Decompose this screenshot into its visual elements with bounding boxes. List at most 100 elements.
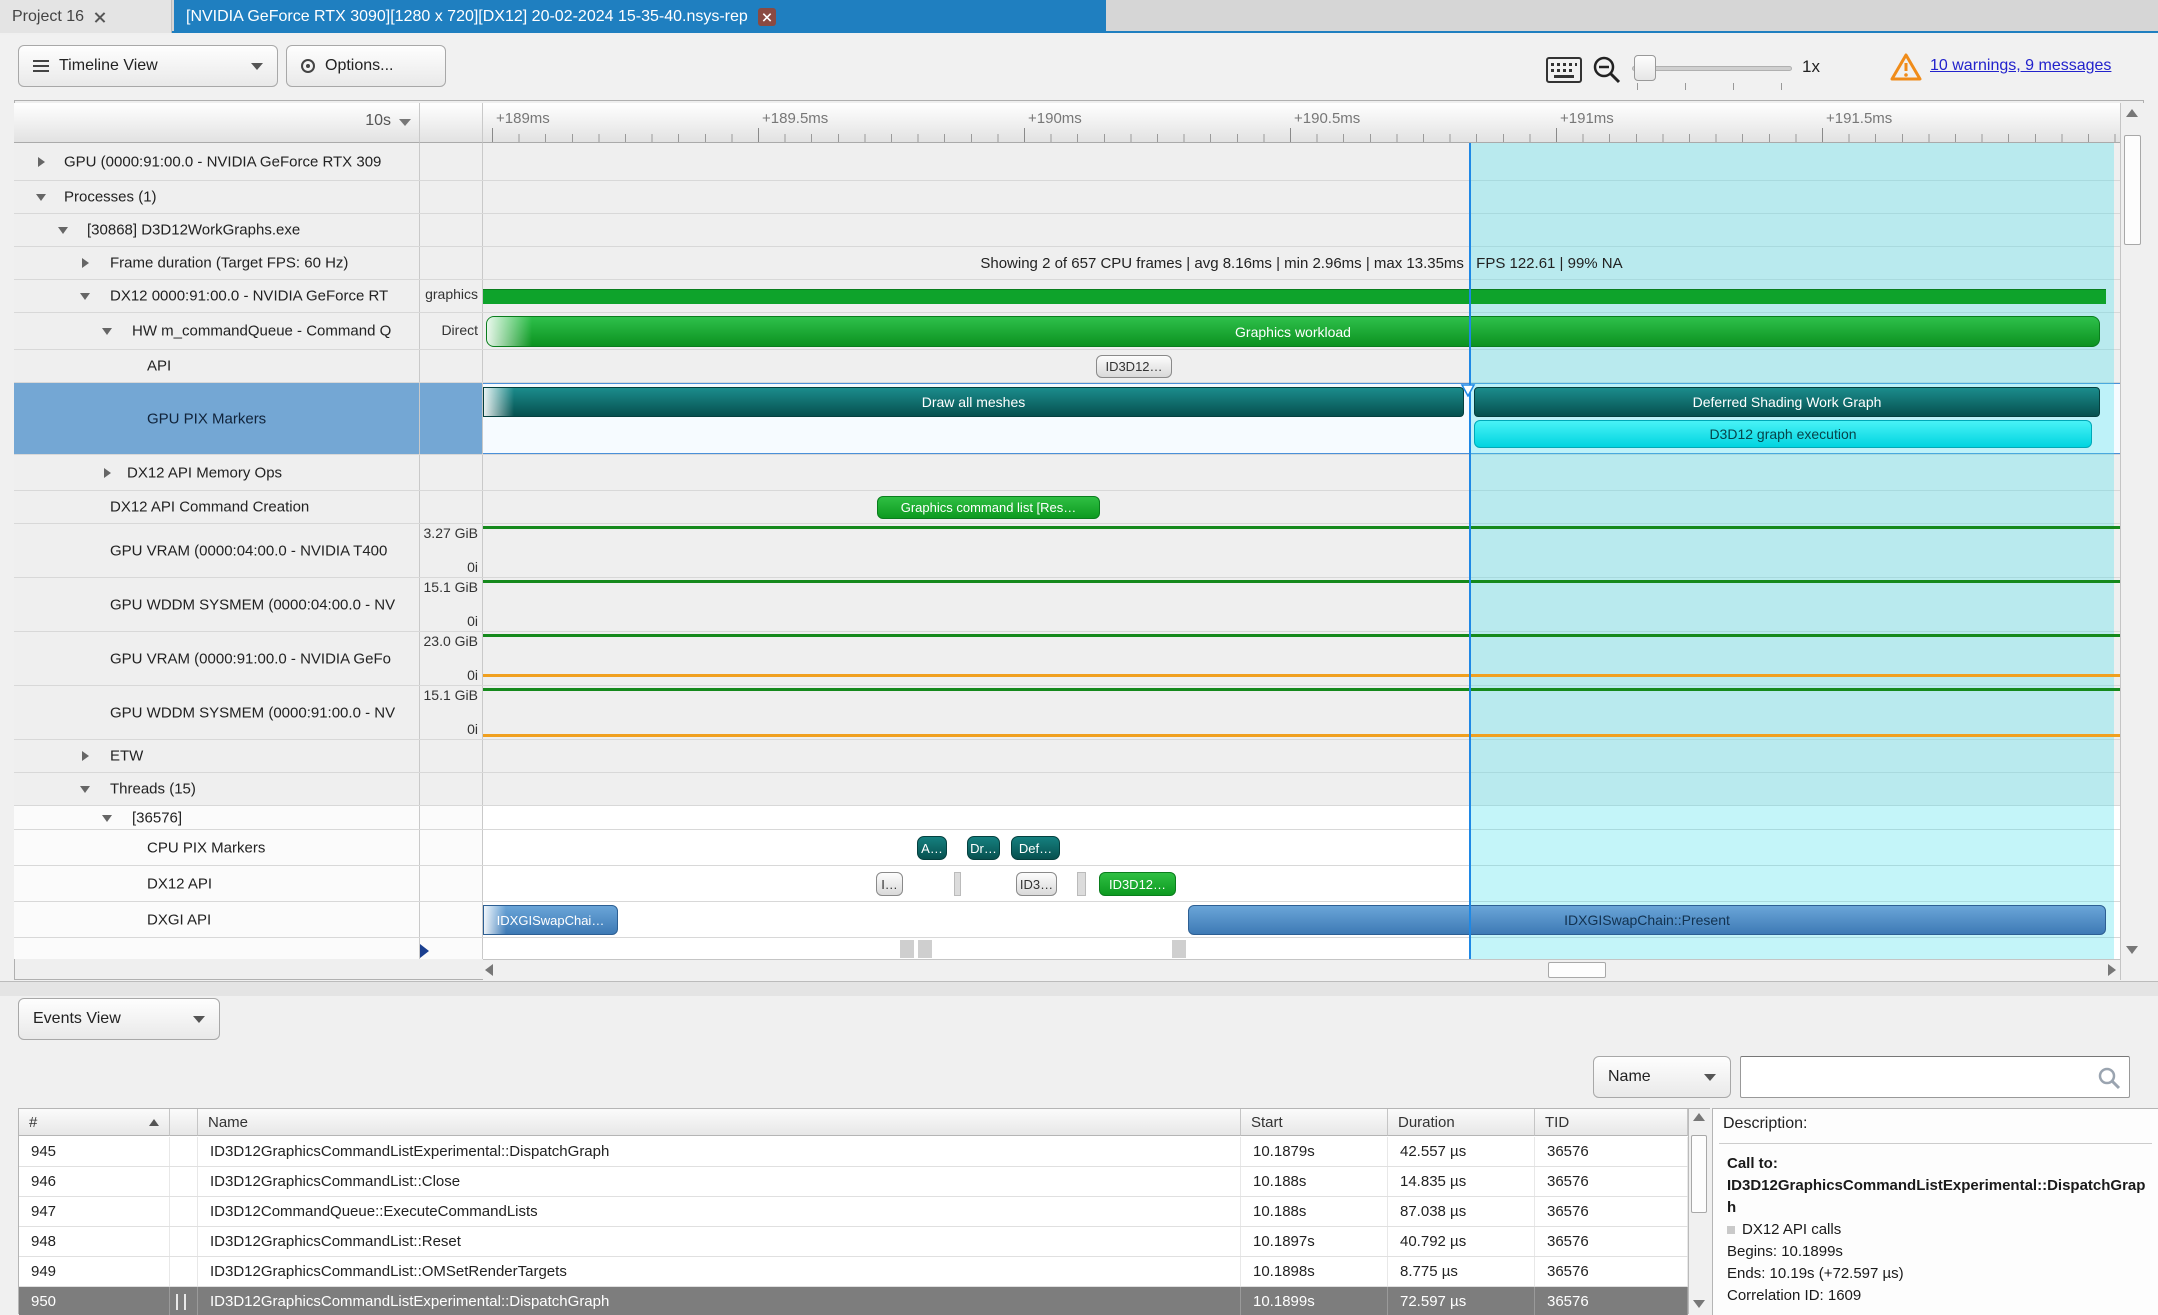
tab-report-label: [NVIDIA GeForce RTX 3090][1280 x 720][DX… <box>186 8 748 26</box>
tab-bar: Project 16 [NVIDIA GeForce RTX 3090][128… <box>0 0 2158 33</box>
timeline-ruler[interactable]: +189ms +189.5ms +190ms +190.5ms +191ms +… <box>483 103 2120 143</box>
event-row[interactable]: 947 ID3D12CommandQueue::ExecuteCommandLi… <box>19 1197 1688 1227</box>
panel-splitter[interactable] <box>0 981 2158 996</box>
scrollbar-thumb[interactable] <box>1691 1135 1707 1213</box>
cpu-pix-chip[interactable]: Dr… <box>967 836 1000 860</box>
event-mark[interactable] <box>918 940 932 958</box>
timeline-h-scrollbar[interactable] <box>483 959 2120 980</box>
mem-max-label: 15.1 GiB <box>424 687 478 703</box>
event-row[interactable]: 949 ID3D12GraphicsCommandList::OMSetRend… <box>19 1257 1688 1287</box>
column-header-indent[interactable] <box>170 1109 198 1136</box>
graphics-workload-bar[interactable]: Graphics workload <box>486 316 2100 347</box>
tree-header[interactable]: 10s <box>14 103 420 143</box>
warnings-link[interactable]: 10 warnings, 9 messages <box>1930 57 2111 75</box>
tree-row-command-queue[interactable]: HW m_commandQueue - Command Q Direct Gra… <box>14 313 2120 350</box>
column-header-start[interactable]: Start <box>1241 1109 1388 1136</box>
filter-field-dropdown[interactable]: Name <box>1593 1056 1731 1098</box>
deferred-shading-bar[interactable]: Deferred Shading Work Graph <box>1474 387 2100 417</box>
tab-project[interactable]: Project 16 <box>0 0 172 33</box>
events-view-dropdown[interactable]: Events View <box>18 998 220 1040</box>
slider-tick <box>1733 83 1734 90</box>
scroll-down-icon[interactable] <box>2126 946 2138 954</box>
cpu-pix-chip[interactable]: A… <box>917 836 947 860</box>
scroll-up-icon[interactable] <box>2126 109 2138 117</box>
ruler-tick-label: +189ms <box>496 110 550 127</box>
dx12-dispatch-chip[interactable]: ID3D12… <box>1099 872 1176 896</box>
zoom-slider-handle[interactable] <box>1634 55 1656 81</box>
gutter-label: Direct <box>441 322 478 338</box>
memory-usage-line <box>483 526 2120 529</box>
tab-report[interactable]: [NVIDIA GeForce RTX 3090][1280 x 720][DX… <box>174 0 1106 33</box>
row-overflow-marker <box>420 944 429 958</box>
column-header-name[interactable]: Name <box>198 1109 1241 1136</box>
slider-tick <box>1637 83 1638 90</box>
dx12-api-chip[interactable] <box>1077 872 1086 896</box>
timeline-cursor-line[interactable] <box>1469 143 1471 959</box>
close-icon[interactable] <box>94 11 106 23</box>
chevron-down-icon <box>193 1016 205 1023</box>
event-row-selected[interactable]: 950 ID3D12GraphicsCommandListExperimenta… <box>19 1287 1688 1315</box>
ruler-tick-label: +189.5ms <box>762 110 828 127</box>
category-label: DX12 API calls <box>1742 1219 1841 1241</box>
scroll-left-icon[interactable] <box>485 964 493 976</box>
timeline-v-scrollbar[interactable] <box>2120 103 2144 980</box>
column-header-tid[interactable]: TID <box>1535 1109 1688 1136</box>
draw-all-meshes-bar[interactable]: Draw all meshes <box>483 387 1464 417</box>
divider <box>1719 1143 2152 1144</box>
correlation-label: Correlation ID: 1609 <box>1727 1285 2147 1307</box>
keyboard-icon[interactable] <box>1546 57 1582 83</box>
close-icon[interactable] <box>758 8 776 26</box>
memory-usage-line <box>483 688 2120 691</box>
hamburger-icon <box>33 60 49 72</box>
ruler-tick-label: +190.5ms <box>1294 110 1360 127</box>
mem-min-label: 0i <box>467 559 478 575</box>
scrollbar-thumb[interactable] <box>1548 962 1606 978</box>
mem-max-label: 3.27 GiB <box>424 525 478 541</box>
cursor-marker-icon <box>1460 384 1476 397</box>
dx12-api-chip[interactable] <box>954 872 961 896</box>
dxgi-present-bar[interactable]: IDXGISwapChain::Present <box>1188 905 2106 935</box>
events-table: # Name Start Duration TID 945 ID3D12Grap… <box>18 1108 1710 1314</box>
column-header-duration[interactable]: Duration <box>1388 1109 1535 1136</box>
scrollbar-thumb[interactable] <box>2124 135 2141 245</box>
options-icon <box>301 59 315 73</box>
scroll-down-icon[interactable] <box>1693 1300 1705 1308</box>
begins-label: Begins: 10.1899s <box>1727 1241 2147 1263</box>
dxgi-swapchain-chip[interactable]: IDXGISwapChai… <box>483 905 618 935</box>
ruler-tick-label: +190ms <box>1028 110 1082 127</box>
dx12-api-chip[interactable]: I… <box>876 872 903 896</box>
zoom-slider-track[interactable] <box>1632 66 1792 71</box>
events-v-scrollbar[interactable] <box>1688 1109 1710 1314</box>
gpu-workload-bar[interactable] <box>483 289 2106 304</box>
mem-min-label: 0i <box>467 613 478 629</box>
dx12-api-chip[interactable]: ID3… <box>1016 872 1057 896</box>
column-header-num[interactable]: # <box>19 1109 170 1136</box>
zoom-out-icon[interactable] <box>1592 55 1622 85</box>
category-bullet-icon <box>1727 1226 1735 1234</box>
search-icon[interactable] <box>2097 1066 2121 1090</box>
view-selector-dropdown[interactable]: Timeline View <box>18 45 278 87</box>
search-input[interactable] <box>1740 1056 2130 1098</box>
toolbar: Timeline View Options... 1x <box>0 35 2158 100</box>
chevron-down-icon <box>251 63 263 70</box>
zoom-level-label: 1x <box>1802 57 1820 77</box>
event-row[interactable]: 945 ID3D12GraphicsCommandListExperimenta… <box>19 1137 1688 1167</box>
graph-execution-bar[interactable]: D3D12 graph execution <box>1474 420 2092 448</box>
command-list-chip[interactable]: Graphics command list [Res… <box>877 496 1100 519</box>
mem-min-label: 0i <box>467 667 478 683</box>
scroll-right-icon[interactable] <box>2108 964 2116 976</box>
api-call-chip[interactable]: ID3D12… <box>1096 355 1172 378</box>
tree-row-dxgi-api[interactable]: DXGI API IDXGISwapChai… IDXGISwapChain::… <box>14 902 2120 938</box>
event-row[interactable]: 946 ID3D12GraphicsCommandList::Close 10.… <box>19 1167 1688 1197</box>
events-view-label: Events View <box>33 1010 121 1028</box>
frame-summary-text: Showing 2 of 657 CPU frames | avg 8.16ms… <box>980 255 1622 272</box>
event-row[interactable]: 948 ID3D12GraphicsCommandList::Reset 10.… <box>19 1227 1688 1257</box>
gutter-header <box>420 103 483 143</box>
event-mark[interactable] <box>900 940 914 958</box>
ruler-tick-label: +191.5ms <box>1826 110 1892 127</box>
scroll-up-icon[interactable] <box>1693 1113 1705 1121</box>
cpu-pix-chip[interactable]: Def… <box>1011 836 1060 860</box>
options-button[interactable]: Options... <box>286 45 446 87</box>
event-mark[interactable] <box>1172 940 1186 958</box>
timeline-scale-label: 10s <box>365 112 391 130</box>
